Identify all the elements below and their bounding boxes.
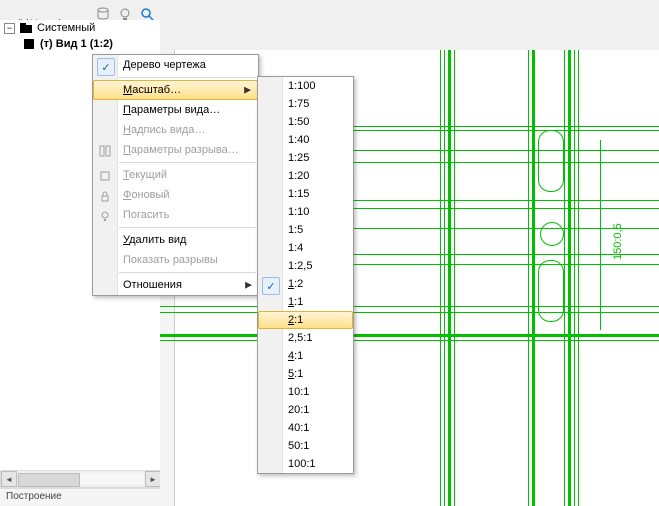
scale-option[interactable]: 1:1	[258, 293, 353, 311]
tree-root-label: Системный	[37, 22, 95, 34]
menu-drawing-tree[interactable]: ✓ Дерево чертежа	[93, 55, 258, 75]
menu-hide: Погасить	[93, 205, 258, 225]
menu-break-params: Параметры разрыва…	[93, 140, 258, 160]
submenu-arrow-icon: ▶	[244, 85, 251, 96]
scale-option[interactable]: 1:50	[258, 113, 353, 131]
menu-show-breaks: Показать разрывы	[93, 250, 258, 270]
scale-option[interactable]: 100:1	[258, 455, 353, 473]
tree-view-label: (т) Вид 1 (1:2)	[40, 38, 113, 50]
status-text: Построение	[6, 491, 62, 502]
scale-option[interactable]: 40:1	[258, 419, 353, 437]
menu-relations[interactable]: Отношения ▶	[93, 275, 258, 295]
submenu-arrow-icon: ▶	[245, 280, 252, 291]
dimension-label: 150:0,5	[612, 223, 624, 260]
status-bar: Построение	[0, 488, 160, 506]
scale-option[interactable]: 1:25	[258, 149, 353, 167]
scale-option[interactable]: 10:1	[258, 383, 353, 401]
system-icon	[19, 21, 33, 35]
scale-option[interactable]: 50:1	[258, 437, 353, 455]
scale-option[interactable]: 1:40	[258, 131, 353, 149]
scale-option[interactable]: 2,5:1	[258, 329, 353, 347]
menu-view-caption: Надпись вида…	[93, 120, 258, 140]
menu-view-params[interactable]: Параметры вида…	[93, 100, 258, 120]
collapse-icon[interactable]: −	[4, 23, 15, 34]
current-icon	[98, 169, 112, 183]
break-icon	[98, 144, 112, 158]
scale-option[interactable]: 2:1	[258, 311, 353, 329]
scroll-thumb[interactable]	[18, 473, 80, 487]
tree-root[interactable]: − Системный	[0, 20, 160, 36]
menu-delete-view[interactable]: Удалить вид	[93, 230, 258, 250]
scale-option[interactable]: 1:20	[258, 167, 353, 185]
scale-option[interactable]: 4:1	[258, 347, 353, 365]
check-icon: ✓	[97, 58, 115, 76]
scale-option[interactable]: 1:10	[258, 203, 353, 221]
scale-option[interactable]: 1:100	[258, 77, 353, 95]
view-icon	[22, 37, 36, 51]
menu-current: Текущий	[93, 165, 258, 185]
scroll-right-button[interactable]: ►	[145, 471, 161, 487]
bulb-off-icon	[98, 209, 112, 223]
menu-background: Фоновый	[93, 185, 258, 205]
scale-option[interactable]: 1:75	[258, 95, 353, 113]
tree-scrollbar[interactable]: ◄ ►	[0, 470, 162, 488]
scroll-left-button[interactable]: ◄	[1, 471, 17, 487]
scale-option[interactable]: 5:1	[258, 365, 353, 383]
scroll-track[interactable]	[18, 473, 144, 485]
slot-shape-2	[538, 260, 564, 322]
circle-shape	[540, 222, 564, 246]
lock-icon	[98, 189, 112, 203]
scale-option[interactable]: ✓1:2	[258, 275, 353, 293]
scale-option[interactable]: 1:2,5	[258, 257, 353, 275]
scale-option[interactable]: 1:5	[258, 221, 353, 239]
scale-submenu: 1:1001:751:501:401:251:201:151:101:51:41…	[257, 76, 354, 474]
tree-view-item[interactable]: (т) Вид 1 (1:2)	[0, 36, 160, 52]
context-menu: ✓ Дерево чертежа Масштаб… ▶ Параметры ви…	[92, 54, 259, 296]
slot-shape	[538, 130, 564, 192]
scale-option[interactable]: 1:15	[258, 185, 353, 203]
menu-scale[interactable]: Масштаб… ▶	[93, 80, 258, 100]
scale-option[interactable]: 20:1	[258, 401, 353, 419]
scale-option[interactable]: 1:4	[258, 239, 353, 257]
